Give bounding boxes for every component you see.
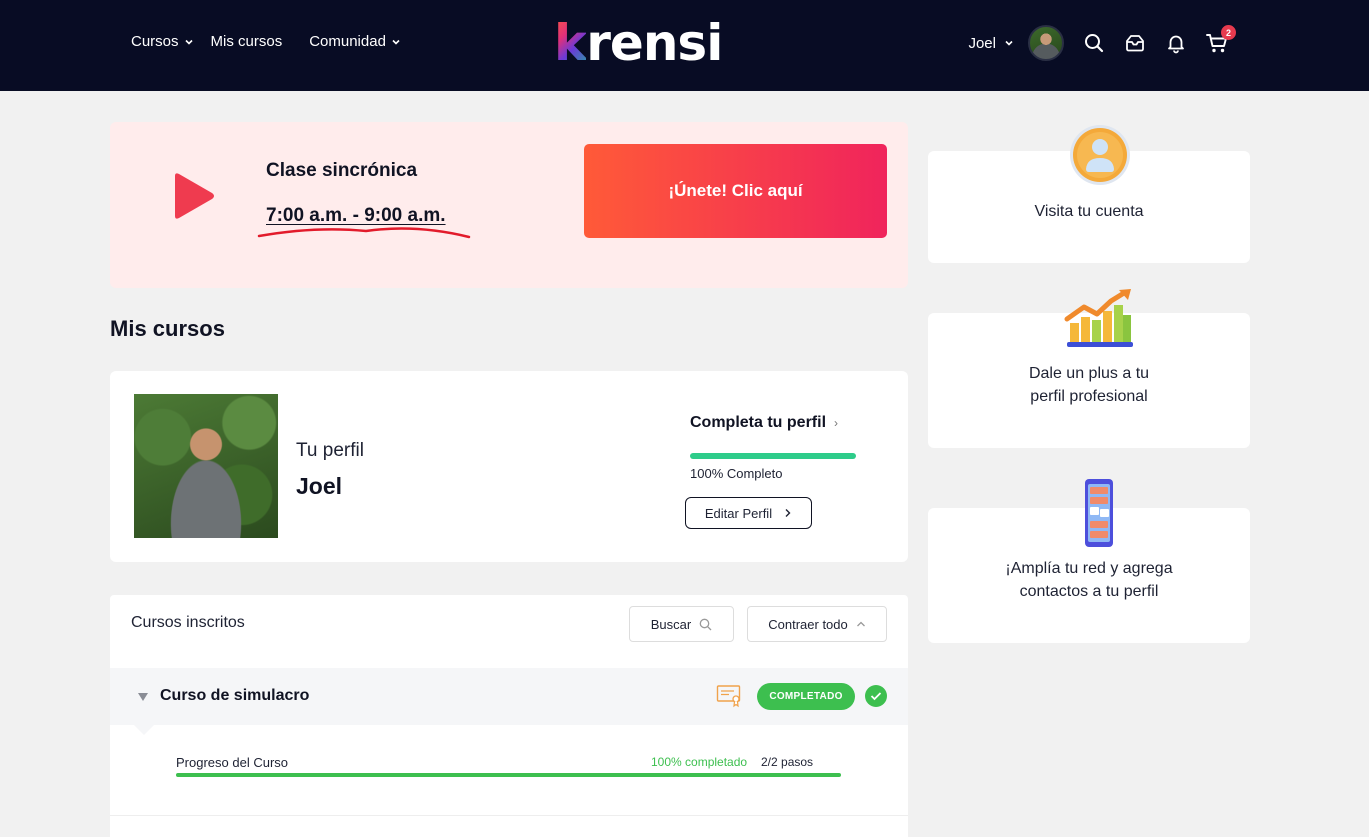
nav-mis-cursos[interactable]: Mis cursos: [211, 33, 283, 50]
profile-name: Joel: [296, 473, 343, 499]
cart-count-badge: 2: [1221, 25, 1236, 40]
course-progress-fill: [176, 773, 841, 777]
cart-icon[interactable]: 2: [1205, 25, 1236, 55]
bell-icon[interactable]: [1164, 31, 1188, 55]
nav-comunidad-label: Comunidad: [309, 33, 386, 50]
top-navbar: Cursos Mis cursos Comunidad krensi Joel …: [0, 0, 1369, 91]
nav-cursos[interactable]: Cursos: [131, 33, 194, 50]
profile-progress-fill: [690, 453, 856, 459]
user-area: Joel 2: [968, 25, 1236, 61]
join-class-button[interactable]: ¡Únete! Clic aquí: [584, 144, 887, 238]
profile-progress-bar: [690, 453, 856, 459]
collapse-label: Contraer todo: [768, 616, 848, 632]
edit-profile-button[interactable]: Editar Perfil: [685, 497, 812, 529]
chevron-up-icon: [856, 621, 865, 627]
certificate-icon[interactable]: [716, 684, 743, 708]
collapse-all-button[interactable]: Contraer todo: [747, 606, 887, 642]
avatar[interactable]: [1028, 25, 1064, 61]
expand-network-card[interactable]: ¡Amplía tu red y agrega contactos a tu p…: [928, 479, 1250, 643]
network-phone-icon: [1085, 479, 1113, 547]
professional-profile-text: Dale un plus a tu perfil profesional: [928, 362, 1250, 408]
complete-profile-link[interactable]: Completa tu perfil ›: [690, 414, 838, 432]
profile-label: Tu perfil: [296, 440, 364, 461]
profile-card: Tu perfil Joel Completa tu perfil › 100%…: [110, 371, 908, 562]
expand-network-line1: ¡Amplía tu red y agrega: [1005, 560, 1173, 577]
courses-header-label: Cursos inscritos: [131, 614, 245, 631]
caret-down-icon[interactable]: [137, 692, 149, 702]
krensi-logo[interactable]: krensi: [554, 18, 723, 68]
course-progress-bar: [176, 773, 841, 777]
live-class-title: Clase sincrónica: [266, 160, 418, 181]
professional-profile-line2: perfil profesional: [1030, 388, 1148, 405]
course-progress-steps: 2/2 pasos: [761, 755, 814, 769]
chevron-right-icon: [785, 509, 791, 517]
main-nav: Cursos Mis cursos Comunidad: [131, 33, 401, 50]
user-account-icon: [1070, 125, 1130, 185]
edit-profile-label: Editar Perfil: [704, 505, 773, 521]
nav-cursos-label: Cursos: [131, 33, 179, 50]
visit-account-card[interactable]: Visita tu cuenta: [928, 125, 1250, 263]
chevron-right-icon: ›: [834, 416, 839, 430]
divider: [110, 815, 908, 816]
inbox-icon[interactable]: [1123, 31, 1147, 55]
expand-network-line2: contactos a tu perfil: [1019, 583, 1159, 600]
enrolled-courses-panel: Cursos inscritos Buscar Contraer todo Cu…: [110, 595, 908, 837]
nav-mis-cursos-label: Mis cursos: [210, 33, 283, 50]
search-icon[interactable]: [1082, 31, 1106, 55]
search-label: Buscar: [650, 616, 692, 632]
expand-network-text: ¡Amplía tu red y agrega contactos a tu p…: [928, 557, 1250, 603]
course-progress-percent: 100% completado: [651, 755, 748, 769]
course-name: Curso de simulacro: [160, 687, 310, 704]
search-courses-button[interactable]: Buscar: [629, 606, 734, 642]
play-icon: [175, 173, 214, 219]
status-badge: COMPLETADO: [757, 683, 855, 710]
search-icon: [699, 618, 712, 630]
course-row[interactable]: Curso de simulacro COMPLETADO: [110, 668, 908, 725]
professional-profile-line1: Dale un plus a tu: [1028, 365, 1150, 382]
course-progress-label: Progreso del Curso: [176, 755, 288, 770]
user-name: Joel: [968, 34, 996, 52]
complete-profile-label: Completa tu perfil: [690, 414, 827, 431]
section-title: Mis cursos: [110, 316, 225, 341]
user-menu[interactable]: Joel: [968, 35, 1014, 52]
growth-chart-icon: [1064, 289, 1133, 347]
underline-scribble: [257, 227, 471, 239]
visit-account-text: Visita tu cuenta: [1034, 203, 1144, 220]
live-class-banner: Clase sincrónica 7:00 a.m. - 9:00 a.m. ¡…: [110, 122, 908, 288]
profile-photo: [134, 394, 278, 538]
chevron-down-icon: [184, 39, 193, 45]
row-notch: [134, 725, 154, 735]
nav-comunidad[interactable]: Comunidad: [309, 33, 401, 50]
chevron-down-icon: [392, 39, 400, 45]
profile-progress-text: 100% Completo: [690, 466, 783, 481]
check-icon: [865, 685, 887, 707]
chevron-down-icon: [1005, 40, 1013, 46]
professional-profile-card[interactable]: Dale un plus a tu perfil profesional: [928, 289, 1250, 448]
